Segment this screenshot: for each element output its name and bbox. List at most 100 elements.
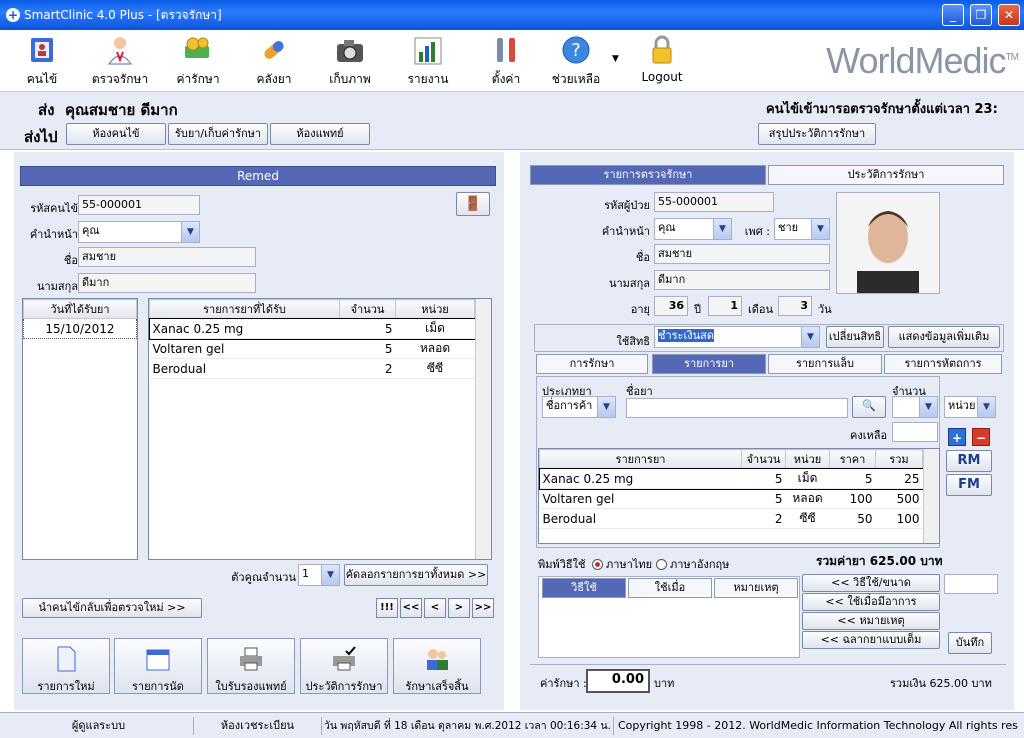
toolbar-help-button[interactable]: ? ช่วยเหลือ bbox=[540, 32, 612, 90]
nav-first-button[interactable]: << bbox=[400, 598, 422, 618]
new-record-button[interactable]: รายการใหม่ bbox=[22, 638, 110, 694]
delete-row-button[interactable]: − bbox=[972, 428, 990, 446]
drug-order-table[interactable]: รายการยา จำนวน หน่วย ราคา รวม Xanac 0.25 mg 5… bbox=[538, 448, 940, 544]
surname-field[interactable]: ดีมาก bbox=[654, 270, 830, 290]
rights-select[interactable]: ชำระเงินสด ▼ bbox=[654, 326, 820, 348]
exit-door-button[interactable]: 🚪 bbox=[456, 192, 490, 216]
sex-select[interactable]: ชาย ▼ bbox=[774, 218, 830, 240]
toolbar-patient-button[interactable]: คนไข้ bbox=[6, 32, 78, 90]
table-row[interactable]: Xanac 0.25 mg 5 เม็ด bbox=[148, 317, 476, 340]
plus-icon: + bbox=[951, 431, 963, 445]
drug-type-select[interactable]: ชื่อการค้า ▼ bbox=[542, 396, 616, 418]
age-months-field[interactable]: 1 bbox=[708, 296, 742, 316]
usage-dose-button[interactable]: << วิธีใช้/ขนาด bbox=[802, 574, 940, 592]
qty-select[interactable]: ▼ bbox=[892, 396, 938, 418]
goto-pharmacy-button[interactable]: รับยา/เก็บค่ารักษา bbox=[168, 123, 268, 145]
name-field[interactable]: สมชาย bbox=[654, 244, 830, 264]
received-drugs-table[interactable]: รายการยาที่ได้รับ จำนวน หน่วย Xanac 0.25 m… bbox=[148, 298, 492, 560]
more-info-button[interactable]: แสดงข้อมูลเพิ่มเติม bbox=[888, 326, 1000, 348]
sex-label: เพศ : bbox=[744, 225, 770, 238]
close-button[interactable]: ✕ bbox=[998, 4, 1020, 26]
age-years-field[interactable]: 36 bbox=[654, 296, 688, 316]
toolbar-logout-button[interactable]: Logout bbox=[626, 32, 698, 90]
prefix-select[interactable]: คุณ ▼ bbox=[654, 218, 732, 240]
unit-select[interactable]: หน่วย ▼ bbox=[944, 396, 996, 418]
minimize-button[interactable]: _ bbox=[942, 4, 964, 26]
date-item[interactable]: 15/10/2012 bbox=[23, 318, 137, 339]
nav-prev-button[interactable]: < bbox=[424, 598, 446, 618]
radio-selected-icon bbox=[592, 558, 603, 570]
when-symptom-button[interactable]: << ใช้เมื่อมีอาการ bbox=[802, 593, 940, 611]
chevron-down-icon: ▼ bbox=[977, 397, 995, 417]
table-row[interactable]: Berodual 2 ซีซี bbox=[149, 358, 475, 379]
people-check-icon bbox=[427, 649, 448, 670]
return-patient-button[interactable]: นำคนไข้กลับเพื่อตรวจใหม่ >> bbox=[22, 598, 202, 618]
lang-english-radio[interactable]: ภาษาอังกฤษ bbox=[656, 555, 729, 573]
remark-button[interactable]: << หมายเหตุ bbox=[802, 612, 940, 630]
table-row[interactable]: Berodual 2 ซีซี 50 100 bbox=[539, 508, 923, 529]
medical-certificate-button[interactable]: ใบรับรองแพทย์ bbox=[207, 638, 295, 694]
app-icon: + bbox=[6, 8, 20, 22]
tab-drugs[interactable]: รายการยา bbox=[652, 354, 766, 374]
surname-field[interactable]: ดีมาก bbox=[78, 273, 256, 293]
change-rights-button[interactable]: เปลี่ยนสิทธิ bbox=[826, 326, 884, 348]
toolbar-photo-button[interactable]: เก็บภาพ bbox=[314, 32, 386, 90]
table-row[interactable]: Xanac 0.25 mg 5 เม็ด 5 25 bbox=[538, 467, 924, 490]
vertical-scrollbar[interactable] bbox=[475, 299, 491, 559]
goto-doctor-room-button[interactable]: ห้องแพทย์ bbox=[270, 123, 370, 145]
drug-search-button[interactable]: 🔍 bbox=[852, 396, 886, 418]
age-days-field[interactable]: 3 bbox=[778, 296, 812, 316]
table-row[interactable]: Voltaren gel 5 หลอด 100 500 bbox=[539, 488, 923, 509]
treatment-summary-button[interactable]: สรุปประวัติการรักษา bbox=[758, 123, 876, 145]
toolbar-fee-button[interactable]: ค่ารักษา bbox=[162, 32, 234, 90]
hn-field[interactable]: 55-000001 bbox=[78, 195, 200, 215]
name-field[interactable]: สมชาย bbox=[78, 247, 256, 267]
toolbar-pharmacy-button[interactable]: คลังยา bbox=[238, 32, 310, 90]
vertical-scrollbar[interactable] bbox=[923, 449, 939, 543]
tools-icon bbox=[497, 38, 515, 62]
hn-field[interactable]: 55-000001 bbox=[654, 192, 774, 212]
rights-label: ใช้สิทธิ bbox=[616, 335, 650, 348]
goto-patient-room-button[interactable]: ห้องคนไข้ bbox=[66, 123, 166, 145]
multiplier-select[interactable]: 1 ▼ bbox=[298, 564, 340, 586]
help-dropdown-arrow[interactable]: ▼ bbox=[612, 54, 619, 64]
tab-procedures[interactable]: รายการหัตถการ bbox=[884, 354, 1002, 374]
remed-panel: Remed รหัสคนไข้ 55-000001 คำนำหน้า คุณ ▼ … bbox=[14, 152, 504, 710]
lang-thai-radio[interactable]: ภาษาไทย bbox=[592, 555, 652, 573]
tab-treatment-history[interactable]: ประวัติการรักษา bbox=[768, 165, 1004, 185]
rm-button[interactable]: RM bbox=[946, 450, 992, 472]
fm-button[interactable]: FM bbox=[946, 474, 992, 496]
title-bar: + SmartClinic 4.0 Plus - [ตรวจรักษา] _ ❐… bbox=[0, 0, 1024, 30]
chevron-down-icon: ▼ bbox=[321, 565, 339, 585]
prefix-select[interactable]: คุณ ▼ bbox=[78, 221, 200, 243]
nav-next-button[interactable]: > bbox=[448, 598, 470, 618]
remain-field[interactable] bbox=[892, 422, 938, 442]
table-row[interactable]: Voltaren gel 5 หลอด bbox=[149, 338, 475, 359]
nav-last-button[interactable]: >> bbox=[472, 598, 494, 618]
treatment-history-button[interactable]: ประวัติการรักษา bbox=[300, 638, 388, 694]
full-label-button[interactable]: << ฉลากยาแบบเต็ม bbox=[802, 631, 940, 649]
restore-button[interactable]: ❐ bbox=[970, 4, 992, 26]
nav-alert-button[interactable]: !!! bbox=[376, 598, 398, 618]
tab-when[interactable]: ใช้เมื่อ bbox=[628, 578, 712, 598]
toolbar-exam-button[interactable]: ตรวจรักษา bbox=[84, 32, 156, 90]
toolbar-report-button[interactable]: รายงาน bbox=[392, 32, 464, 90]
date-list[interactable]: วันที่ได้รับยา 15/10/2012 bbox=[22, 298, 138, 560]
add-row-button[interactable]: + bbox=[948, 428, 966, 446]
tab-labs[interactable]: รายการแล็บ bbox=[768, 354, 882, 374]
toolbar-label: คนไข้ bbox=[26, 72, 58, 86]
finish-treatment-button[interactable]: รักษาเสร็จสิ้น bbox=[393, 638, 481, 694]
usage-side-input[interactable] bbox=[944, 574, 998, 594]
tab-treatment[interactable]: การรักษา bbox=[536, 354, 648, 374]
fee-input[interactable]: 0.00 bbox=[586, 669, 650, 693]
toolbar-settings-button[interactable]: ตั้งค่า bbox=[470, 32, 542, 90]
tab-remark[interactable]: หมายเหตุ bbox=[714, 578, 798, 598]
tab-usage[interactable]: วิธีใช้ bbox=[542, 578, 626, 598]
save-button[interactable]: บันทึก bbox=[948, 632, 992, 654]
appointments-button[interactable]: รายการนัด bbox=[114, 638, 202, 694]
age-label: อายุ bbox=[630, 303, 650, 316]
tab-treatment-items[interactable]: รายการตรวจรักษา bbox=[530, 165, 766, 185]
drug-name-input[interactable] bbox=[626, 398, 848, 418]
copy-all-drugs-button[interactable]: คัดลอกรายการยาทั้งหมด >> bbox=[344, 564, 488, 586]
toolbar-label: คลังยา bbox=[256, 72, 292, 86]
